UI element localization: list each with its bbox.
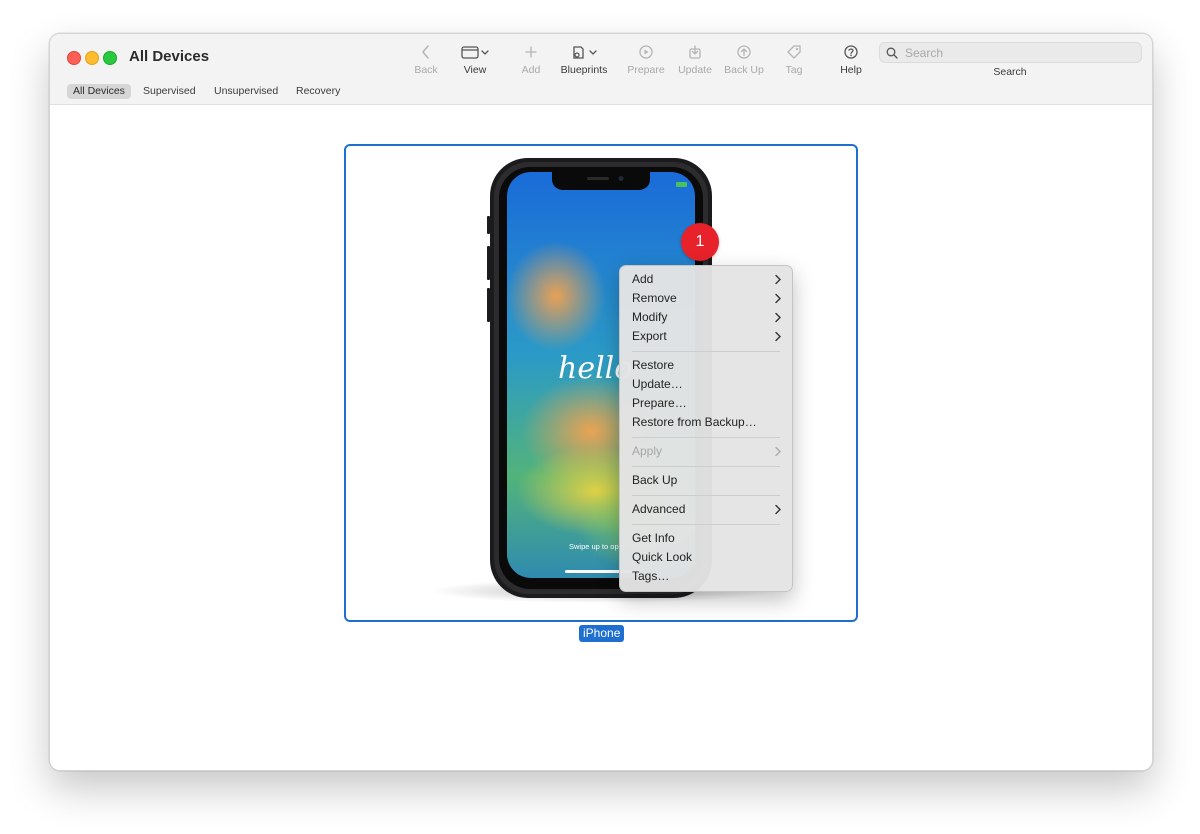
add-button[interactable]: Add bbox=[501, 42, 561, 78]
window-title: All Devices bbox=[129, 48, 210, 65]
menu-item-get-info[interactable]: Get Info bbox=[620, 529, 792, 548]
prepare-label: Prepare bbox=[627, 64, 665, 76]
view-button[interactable]: View bbox=[445, 42, 505, 78]
back-label: Back bbox=[414, 64, 438, 76]
chevron-right-icon bbox=[775, 504, 781, 515]
update-icon bbox=[687, 42, 703, 62]
search-label: Search bbox=[993, 66, 1027, 78]
chevron-left-icon bbox=[420, 42, 432, 62]
minimize-window-button[interactable] bbox=[85, 51, 99, 65]
blueprints-button[interactable]: Blueprints bbox=[554, 42, 614, 78]
context-menu: Add Remove Modify Export Restore Update…… bbox=[619, 265, 793, 592]
add-label: Add bbox=[521, 64, 541, 76]
window-layout-icon bbox=[461, 42, 489, 62]
filter-bar: All Devices Supervised Unsupervised Reco… bbox=[50, 80, 1152, 105]
search-icon bbox=[886, 47, 898, 59]
filter-all-devices[interactable]: All Devices bbox=[67, 84, 131, 99]
menu-item-advanced[interactable]: Advanced bbox=[620, 500, 792, 519]
filter-supervised[interactable]: Supervised bbox=[137, 84, 202, 99]
menu-item-back-up[interactable]: Back Up bbox=[620, 471, 792, 490]
chevron-right-icon bbox=[775, 312, 781, 323]
plus-icon bbox=[524, 42, 538, 62]
device-name-label[interactable]: iPhone bbox=[579, 625, 625, 642]
menu-item-add[interactable]: Add bbox=[620, 270, 792, 289]
tag-icon bbox=[786, 42, 802, 62]
tag-button[interactable]: Tag bbox=[764, 42, 824, 78]
title-bar: All Devices Back View Add Blueprints Pre… bbox=[50, 34, 1152, 80]
close-window-button[interactable] bbox=[67, 51, 81, 65]
prepare-icon bbox=[638, 42, 654, 62]
tag-label: Tag bbox=[785, 64, 803, 76]
filter-recovery[interactable]: Recovery bbox=[290, 84, 346, 99]
chevron-right-icon bbox=[775, 293, 781, 304]
backup-icon bbox=[736, 42, 752, 62]
menu-item-prepare[interactable]: Prepare… bbox=[620, 394, 792, 413]
update-label: Update bbox=[678, 64, 712, 76]
menu-separator bbox=[632, 524, 780, 525]
menu-item-remove[interactable]: Remove bbox=[620, 289, 792, 308]
zoom-window-button[interactable] bbox=[103, 51, 117, 65]
chevron-right-icon bbox=[775, 331, 781, 342]
help-icon bbox=[843, 42, 859, 62]
menu-separator bbox=[632, 437, 780, 438]
menu-item-update[interactable]: Update… bbox=[620, 375, 792, 394]
chevron-right-icon bbox=[775, 274, 781, 285]
help-button[interactable]: Help bbox=[821, 42, 881, 78]
menu-separator bbox=[632, 351, 780, 352]
view-label: View bbox=[463, 64, 487, 76]
notification-badge: 1 bbox=[681, 223, 719, 261]
filter-unsupervised[interactable]: Unsupervised bbox=[208, 84, 284, 99]
menu-item-modify[interactable]: Modify bbox=[620, 308, 792, 327]
menu-item-export[interactable]: Export bbox=[620, 327, 792, 346]
menu-item-tags[interactable]: Tags… bbox=[620, 567, 792, 586]
backup-label: Back Up bbox=[724, 64, 764, 76]
menu-separator bbox=[632, 495, 780, 496]
chevron-right-icon bbox=[775, 446, 781, 457]
search-field[interactable] bbox=[879, 42, 1142, 63]
help-label: Help bbox=[840, 64, 862, 76]
menu-separator bbox=[632, 466, 780, 467]
menu-item-quick-look[interactable]: Quick Look bbox=[620, 548, 792, 567]
menu-item-restore[interactable]: Restore bbox=[620, 356, 792, 375]
search-input[interactable] bbox=[903, 44, 1127, 61]
app-window: All Devices Back View Add Blueprints Pre… bbox=[49, 33, 1153, 771]
menu-item-restore-from-backup[interactable]: Restore from Backup… bbox=[620, 413, 792, 432]
blueprint-icon bbox=[570, 42, 598, 62]
blueprints-label: Blueprints bbox=[560, 64, 608, 76]
menu-item-apply: Apply bbox=[620, 442, 792, 461]
